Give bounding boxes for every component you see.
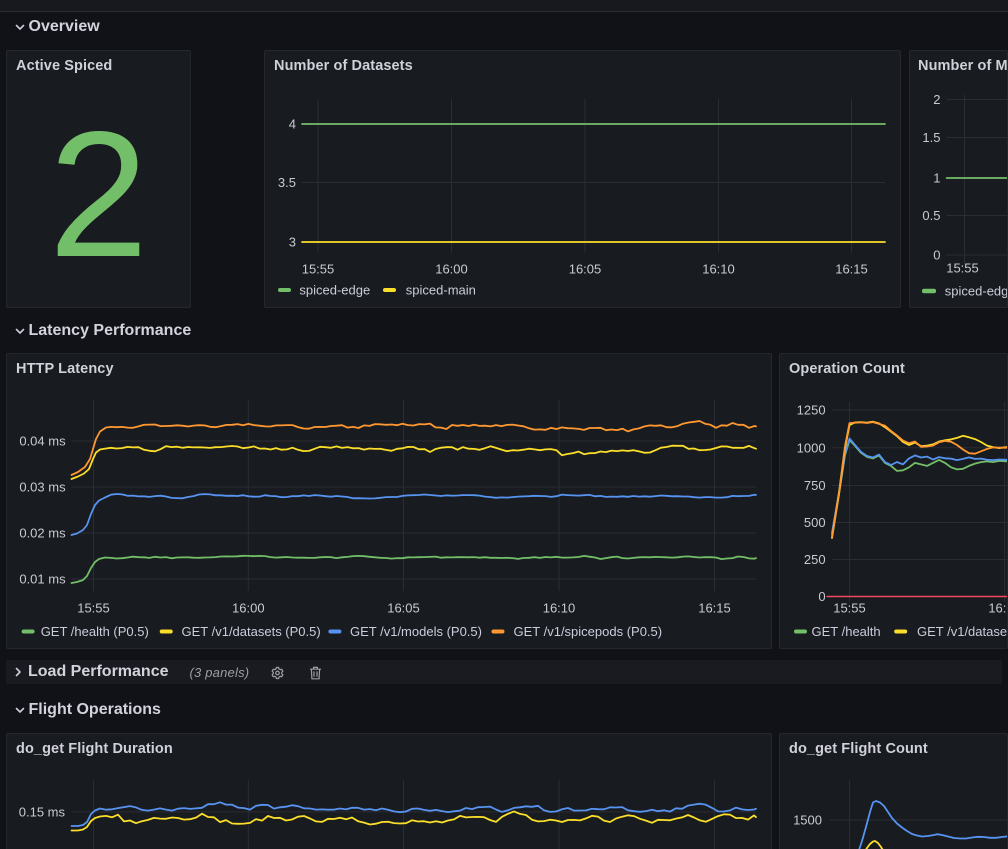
svg-text:GET /v1/datasets (P0.5): GET /v1/datasets (P0.5) [182, 624, 321, 639]
svg-text:16:10: 16:10 [543, 601, 576, 616]
svg-text:16:05: 16:05 [387, 601, 420, 616]
svg-text:16:05: 16:05 [569, 262, 602, 277]
svg-text:16:00: 16:00 [435, 262, 468, 277]
svg-text:15:55: 15:55 [946, 261, 979, 276]
svg-text:0.04 ms: 0.04 ms [19, 434, 66, 449]
svg-text:GET /v1/spicepods (P0.5): GET /v1/spicepods (P0.5) [514, 624, 663, 639]
svg-text:15:55: 15:55 [77, 601, 110, 616]
svg-text:GET /health: GET /health [812, 624, 881, 639]
svg-text:0.02 ms: 0.02 ms [19, 526, 66, 541]
svg-text:750: 750 [804, 478, 826, 493]
svg-text:2: 2 [933, 92, 940, 107]
svg-text:1250: 1250 [797, 403, 826, 418]
svg-text:0: 0 [818, 589, 825, 604]
svg-text:GET /v1/models (P0.5): GET /v1/models (P0.5) [350, 624, 482, 639]
svg-text:0.5: 0.5 [922, 208, 940, 223]
svg-text:16:10: 16:10 [702, 262, 735, 277]
svg-text:15:55: 15:55 [833, 601, 866, 616]
svg-text:spiced-edge: spiced-edge [945, 284, 1008, 299]
svg-text:spiced-edge: spiced-edge [299, 283, 370, 298]
svg-text:1500: 1500 [793, 813, 822, 828]
svg-text:1: 1 [933, 171, 940, 186]
svg-text:0.15 ms: 0.15 ms [19, 804, 66, 819]
svg-text:GET /health (P0.5): GET /health (P0.5) [41, 624, 149, 639]
svg-text:spiced-main: spiced-main [406, 283, 476, 298]
svg-text:16:15: 16:15 [698, 601, 731, 616]
svg-text:500: 500 [804, 515, 826, 530]
svg-text:15:55: 15:55 [302, 262, 335, 277]
svg-text:0.03 ms: 0.03 ms [19, 480, 66, 495]
svg-text:1.5: 1.5 [922, 130, 940, 145]
svg-text:16:00: 16:00 [232, 601, 265, 616]
svg-text:GET /v1/datasets: GET /v1/datasets [917, 624, 1008, 639]
svg-text:0.01 ms: 0.01 ms [19, 572, 66, 587]
svg-text:4: 4 [289, 117, 296, 132]
svg-text:0: 0 [933, 248, 940, 263]
svg-text:16:15: 16:15 [835, 262, 868, 277]
svg-text:250: 250 [804, 552, 826, 567]
svg-text:16:00: 16:00 [988, 601, 1008, 616]
svg-text:3: 3 [289, 235, 296, 250]
svg-text:3.5: 3.5 [278, 175, 296, 190]
svg-text:1000: 1000 [797, 440, 826, 455]
